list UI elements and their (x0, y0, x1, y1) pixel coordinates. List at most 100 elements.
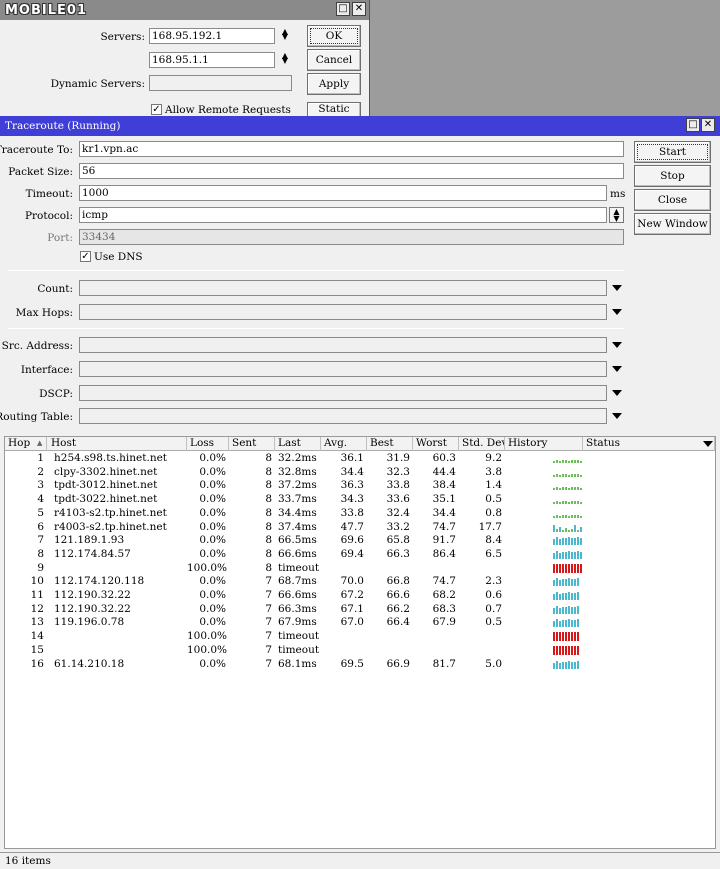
server1-field[interactable]: 168.95.192.1 (149, 28, 275, 44)
count-dropdown-icon[interactable] (612, 285, 622, 291)
server2-updown-icon[interactable]: ▲ ▼ (280, 52, 290, 65)
history-bar (568, 592, 570, 600)
table-row[interactable]: 11 112.190.32.22 0.0% 7 66.6ms 67.2 66.6 68.2 0.… (5, 589, 715, 603)
cell-worst: 68.2 (432, 589, 456, 601)
port-label: Port: (47, 232, 73, 244)
cell-avg (321, 630, 367, 644)
protocol-label: Protocol: (24, 210, 73, 222)
maximize-icon[interactable]: □ (686, 118, 700, 132)
table-row[interactable]: 6 r4003-s2.tp.hinet.net 0.0% 8 37.4ms 47.7 33.… (5, 521, 715, 535)
interface-field[interactable] (79, 361, 607, 377)
column-header-status[interactable]: Status (583, 437, 715, 451)
cell-loss: 0.0% (199, 616, 226, 629)
ok-button[interactable]: OK (307, 25, 361, 47)
close-icon[interactable]: ✕ (701, 118, 715, 132)
history-bar (553, 474, 555, 477)
history-bar (559, 607, 561, 614)
cell-sent: 7 (265, 643, 272, 656)
history-bar (568, 461, 570, 463)
interface-label: Interface: (20, 364, 73, 376)
table-row[interactable]: 14 100.0% 7 timeout (5, 630, 715, 644)
close-button[interactable]: Close (634, 189, 711, 211)
cell-best: 66.3 (386, 547, 410, 560)
traceroute-titlebar[interactable]: Traceroute (Running) (0, 116, 720, 136)
dns-window-titlebar[interactable]: MOBILE01 (0, 0, 369, 20)
count-field[interactable] (79, 280, 607, 296)
cell-hop: 2 (37, 465, 44, 478)
table-row[interactable]: 8 112.174.84.57 0.0% 8 66.6ms 69.4 66.3 86.4 6.5 (5, 548, 715, 562)
allow-remote-checkbox[interactable]: ✓ (151, 104, 162, 115)
cell-avg: 33.8 (340, 506, 364, 519)
table-row[interactable]: 4 tpdt-3022.hinet.net 0.0% 8 33.7ms 34.3 33.6 3… (5, 493, 715, 507)
routing-table-field[interactable] (79, 408, 607, 424)
column-header-worst[interactable]: Worst (413, 437, 459, 451)
history-bar (553, 502, 555, 505)
table-row[interactable]: 5 r4103-s2.tp.hinet.net 0.0% 8 34.4ms 33.8 32.… (5, 507, 715, 521)
maximize-icon[interactable]: □ (336, 2, 350, 16)
stop-button[interactable]: Stop (634, 165, 711, 187)
history-bar (571, 606, 573, 614)
timeout-field[interactable]: 1000 (79, 185, 607, 201)
history-sparkline (553, 660, 580, 669)
src-address-dropdown-icon[interactable] (612, 342, 622, 348)
server2-field[interactable]: 168.95.1.1 (149, 52, 275, 68)
cell-std: 3.8 (485, 465, 502, 478)
history-bar (565, 527, 567, 532)
column-header-host[interactable]: Host (48, 437, 187, 451)
column-header-sent[interactable]: Sent (229, 437, 275, 451)
cell-last: 33.7ms (278, 493, 317, 506)
max-hops-dropdown-icon[interactable] (612, 309, 622, 315)
column-header-last[interactable]: Last (275, 437, 321, 451)
close-icon[interactable]: ✕ (352, 2, 366, 16)
table-row[interactable]: 9 100.0% 8 timeout (5, 562, 715, 576)
cell-std: 0.5 (485, 616, 502, 629)
history-bar (553, 607, 555, 614)
routing-table-dropdown-icon[interactable] (612, 413, 622, 419)
protocol-select[interactable]: icmp (79, 207, 607, 223)
cell-hop: 13 (30, 616, 44, 629)
src-address-field[interactable] (79, 337, 607, 353)
column-menu-icon[interactable] (703, 441, 713, 447)
column-header-loss[interactable]: Loss (187, 437, 229, 451)
table-row[interactable]: 7 121.189.1.93 0.0% 8 66.5ms 69.6 65.8 91.7 8.4 (5, 534, 715, 548)
dscp-field[interactable] (79, 385, 607, 401)
cell-sent: 7 (265, 616, 272, 629)
traceroute-to-label: Traceroute To: (0, 144, 73, 156)
column-header-hist[interactable]: History (505, 437, 583, 451)
history-bar (574, 632, 576, 642)
dscp-dropdown-icon[interactable] (612, 390, 622, 396)
history-bar (559, 563, 561, 573)
table-row[interactable]: 1 h254.s98.ts.hinet.net 0.0% 8 32.2ms 36.1 31.… (5, 452, 715, 466)
cell-hop: 16 (30, 657, 44, 670)
cell-host: r4103-s2.tp.hinet.net (54, 506, 167, 519)
cell-host: h254.s98.ts.hinet.net (54, 452, 168, 464)
cancel-button[interactable]: Cancel (307, 49, 361, 71)
table-row[interactable]: 3 tpdt-3012.hinet.net 0.0% 8 37.2ms 36.3 33.8 3… (5, 479, 715, 493)
column-header-avg[interactable]: Avg. (321, 437, 367, 451)
cell-hop: 15 (30, 643, 44, 656)
protocol-dropdown-button[interactable]: ▲ ▼ (609, 207, 624, 223)
history-bar (577, 660, 579, 669)
use-dns-checkbox[interactable]: ✓ (80, 251, 91, 262)
table-row[interactable]: 15 100.0% 7 timeout (5, 644, 715, 658)
table-row[interactable]: 2 clpy-3302.hinet.net 0.0% 8 32.8ms 34.4 32.3 4… (5, 466, 715, 480)
new-window-button[interactable]: New Window (634, 213, 711, 235)
cell-std: 0.8 (485, 506, 502, 519)
column-header-std[interactable]: Std. Dev. (459, 437, 505, 451)
history-sparkline (553, 509, 583, 518)
history-bar (574, 551, 576, 559)
packet-size-field[interactable]: 56 (79, 163, 624, 179)
cell-hop: 5 (37, 506, 44, 519)
table-row[interactable]: 12 112.190.32.22 0.0% 7 66.3ms 67.1 66.2 68.3 0.… (5, 603, 715, 617)
table-row[interactable]: 16 61.14.210.18 0.0% 7 68.1ms 69.5 66.9 81.7 5.0 (5, 658, 715, 672)
table-row[interactable]: 10 112.174.120.118 0.0% 7 68.7ms 70.0 66.8 74.7… (5, 575, 715, 589)
table-row[interactable]: 13 119.196.0.78 0.0% 7 67.9ms 67.0 66.4 67.9 0.5 (5, 616, 715, 630)
max-hops-field[interactable] (79, 304, 607, 320)
apply-button[interactable]: Apply (307, 73, 361, 95)
traceroute-to-field[interactable]: kr1.vpn.ac (79, 141, 624, 157)
interface-dropdown-icon[interactable] (612, 366, 622, 372)
start-button[interactable]: Start (634, 141, 711, 163)
cell-loss: 0.0% (199, 657, 226, 670)
server1-updown-icon[interactable]: ▲ ▼ (280, 28, 290, 41)
column-header-best[interactable]: Best (367, 437, 413, 451)
